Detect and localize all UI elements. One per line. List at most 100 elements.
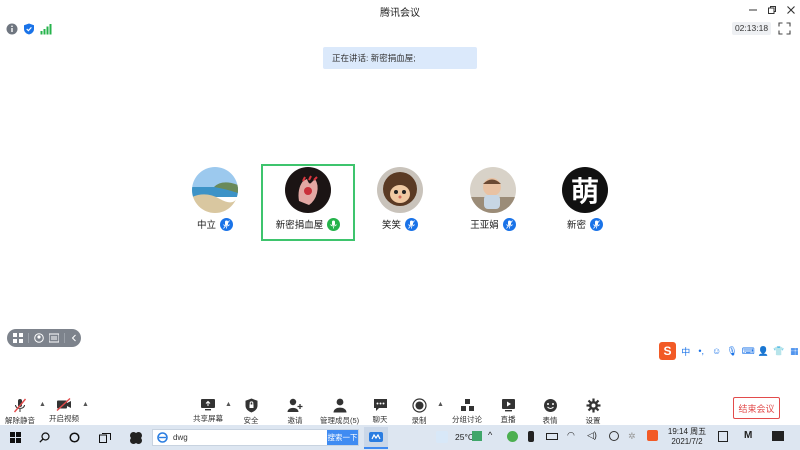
restore-button[interactable] xyxy=(763,1,781,19)
window-title: 腾讯会议 xyxy=(380,8,420,19)
mic-icon xyxy=(590,217,603,231)
tray-tool-icon[interactable] xyxy=(609,431,619,441)
record-icon xyxy=(411,398,427,413)
cortana-button[interactable] xyxy=(66,429,83,446)
close-button[interactable] xyxy=(782,1,800,19)
signal-icon[interactable] xyxy=(40,23,52,35)
participant-tile[interactable]: 王亚娟 xyxy=(446,164,540,241)
tray-app-icon[interactable] xyxy=(472,431,482,441)
chat-bubble-icon xyxy=(373,399,387,411)
participant-name-row: 新密 xyxy=(538,217,632,231)
tray-expand-icon[interactable]: ^ xyxy=(488,430,492,440)
participant-name-row: 新密捐血屋 xyxy=(263,217,353,231)
tencent-meeting-taskbar-button[interactable] xyxy=(364,427,388,449)
unmute-button[interactable]: 解除静音 xyxy=(5,398,35,425)
participant-name: 新密 xyxy=(566,220,586,231)
emoji-icon[interactable]: ☺ xyxy=(711,346,722,356)
video-options-caret-icon[interactable]: ▲ xyxy=(82,401,89,408)
monchhichi-avatar xyxy=(377,167,423,213)
start-video-label: 开启视频 xyxy=(49,414,79,423)
tray-sogou-icon[interactable] xyxy=(647,430,658,441)
breakout-rooms-icon xyxy=(460,399,474,411)
taskbar-search-submit[interactable]: 搜索一下 xyxy=(327,430,358,445)
clock-time: 19:14 周五 xyxy=(667,427,707,436)
manage-members-button[interactable]: 管理成员(5) xyxy=(320,398,359,425)
members-icon xyxy=(333,398,347,413)
smiley-icon xyxy=(543,399,557,412)
participant-name-row: 王亚娟 xyxy=(446,217,540,231)
taskbar-clock[interactable]: 19:14 周五 2021/7/2 xyxy=(666,427,708,447)
shield-icon[interactable] xyxy=(23,23,35,35)
info-icon[interactable] xyxy=(6,23,18,35)
tray-sync-icon[interactable] xyxy=(507,431,518,442)
taskbar-search-button[interactable] xyxy=(36,429,53,446)
chat-button[interactable]: 聊天 xyxy=(371,398,389,424)
share-options-caret-icon[interactable]: ▲ xyxy=(225,401,232,408)
minimize-button[interactable] xyxy=(744,1,762,19)
notification-center-icon[interactable] xyxy=(772,431,784,441)
share-screen-icon xyxy=(201,399,215,411)
participant-name: 新密捐血屋 xyxy=(275,220,324,231)
live-button[interactable]: 直播 xyxy=(499,398,517,424)
clock-date: 2021/7/2 xyxy=(671,437,703,446)
voice-icon[interactable]: 🎙 xyxy=(726,346,737,357)
app-pinned-button[interactable] xyxy=(127,429,145,446)
speaking-banner: 正在讲话: 新密捐血屋; xyxy=(323,47,477,69)
mic-icon xyxy=(220,217,233,231)
participant-name: 笑笑 xyxy=(381,220,401,231)
meng-char-avatar: 萌 xyxy=(562,167,608,213)
invite-button[interactable]: 邀请 xyxy=(286,398,304,425)
notes-icon[interactable] xyxy=(718,431,728,442)
keyboard-icon[interactable]: ⌨ xyxy=(742,346,755,357)
record-button[interactable]: 录制 xyxy=(410,398,428,425)
speaker-view-icon[interactable] xyxy=(34,333,44,343)
share-screen-button[interactable]: 共享屏幕 xyxy=(193,398,223,424)
user-icon[interactable]: 👤 xyxy=(758,346,769,357)
video-off-icon xyxy=(56,398,71,411)
security-shield-icon xyxy=(245,398,257,413)
task-view-button[interactable] xyxy=(96,429,113,446)
live-stream-icon xyxy=(501,399,515,412)
tray-battery-icon[interactable] xyxy=(546,433,558,440)
wifi-icon[interactable]: ◠ xyxy=(567,430,575,441)
punctuation-icon[interactable]: •, xyxy=(696,346,707,356)
security-button[interactable]: 安全 xyxy=(242,398,260,425)
fullscreen-icon[interactable] xyxy=(778,22,791,35)
participant-tile[interactable]: 萌 新密 xyxy=(538,164,632,241)
mic-speaking-icon xyxy=(327,217,341,231)
ime-lang-toggle[interactable]: 中 xyxy=(680,345,691,358)
tray-mic-icon[interactable] xyxy=(528,431,534,442)
participant-name: 王亚娟 xyxy=(470,220,499,231)
settings-button[interactable]: 设置 xyxy=(584,398,602,425)
sogou-logo-icon[interactable]: S xyxy=(659,342,677,360)
gear-icon xyxy=(586,398,600,413)
tray-m-icon[interactable]: M xyxy=(744,430,752,441)
muted-mic-icon xyxy=(13,398,27,413)
record-options-caret-icon[interactable]: ▲ xyxy=(437,401,444,408)
participant-tile-active[interactable]: 新密捐血屋 xyxy=(261,164,355,241)
participant-tile[interactable]: 笑笑 xyxy=(353,164,447,241)
end-meeting-button[interactable]: 结束会议 xyxy=(733,397,780,419)
breakout-label: 分组讨论 xyxy=(452,415,482,424)
reactions-button[interactable]: 表情 xyxy=(541,398,559,425)
start-video-button[interactable]: 开启视频 xyxy=(49,398,79,424)
breakout-button[interactable]: 分组讨论 xyxy=(452,398,482,424)
meeting-timer: 02:13:18 xyxy=(732,22,771,35)
mic-icon xyxy=(405,217,418,231)
audio-options-caret-icon[interactable]: ▲ xyxy=(39,401,46,408)
taskbar-search-query: dwg xyxy=(173,433,188,442)
volume-icon[interactable]: ◁) xyxy=(587,430,597,441)
gallery-view-icon[interactable] xyxy=(13,333,23,343)
toolbox-icon[interactable]: ▦ xyxy=(789,346,800,357)
participant-name-row: 笑笑 xyxy=(353,217,447,231)
windows-start-button[interactable] xyxy=(7,429,24,446)
skin-icon[interactable]: 👕 xyxy=(773,346,784,357)
view-switcher[interactable] xyxy=(7,329,81,347)
beach-avatar xyxy=(192,167,238,213)
taskbar-search-box[interactable]: dwg 搜索一下 xyxy=(152,429,359,446)
ime-toolbar[interactable]: S 中 •, ☺ 🎙 ⌨ 👤 👕 ▦ xyxy=(657,340,800,362)
participant-tile[interactable]: 中立 xyxy=(168,164,262,241)
tray-settings-icon[interactable]: ✲ xyxy=(628,431,639,442)
collapse-chevron-icon[interactable] xyxy=(70,333,78,343)
list-view-icon[interactable] xyxy=(49,333,59,343)
